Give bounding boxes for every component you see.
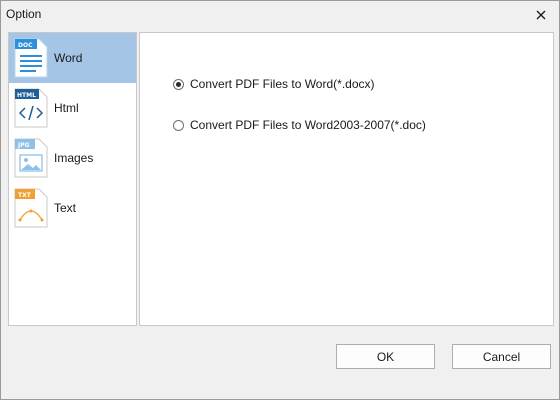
options-panel: Convert PDF Files to Word(*.docx) Conver…	[139, 32, 554, 326]
window-title: Option	[6, 7, 42, 21]
txt-file-icon: TXT	[14, 188, 48, 228]
cancel-button[interactable]: Cancel	[452, 344, 551, 369]
sidebar-item-label: Html	[54, 101, 79, 115]
sidebar-item-word[interactable]: DOC Word	[9, 33, 136, 83]
doc-file-icon: DOC	[14, 38, 48, 78]
docx-radio[interactable]	[173, 78, 184, 90]
html-file-icon: HTML	[14, 88, 48, 128]
txt-badge: TXT	[18, 192, 32, 199]
jpg-badge: JPG	[17, 142, 30, 149]
docx-label: Convert PDF Files to Word(*.docx)	[190, 77, 375, 91]
option-doc[interactable]: Convert PDF Files to Word2003-2007(*.doc…	[173, 117, 426, 133]
sidebar-item-label: Word	[54, 51, 83, 65]
doc-label: Convert PDF Files to Word2003-2007(*.doc…	[190, 118, 426, 132]
format-sidebar: DOC Word HTML Html JPG Images TXT Text	[8, 32, 137, 326]
ok-button[interactable]: OK	[336, 344, 435, 369]
html-badge: HTML	[17, 92, 36, 99]
sidebar-item-html[interactable]: HTML Html	[9, 83, 136, 133]
option-dialog: Option DOC Word HTML Html JPG Images TXT…	[0, 0, 560, 400]
doc-badge: DOC	[18, 42, 33, 49]
title-bar[interactable]: Option	[1, 1, 559, 29]
close-button[interactable]	[531, 5, 551, 25]
jpg-file-icon: JPG	[14, 138, 48, 178]
doc-radio[interactable]	[173, 119, 184, 131]
sidebar-item-text[interactable]: TXT Text	[9, 183, 136, 233]
sidebar-item-label: Images	[54, 151, 94, 165]
sidebar-item-label: Text	[54, 201, 77, 215]
option-docx[interactable]: Convert PDF Files to Word(*.docx)	[173, 76, 375, 92]
close-icon	[536, 10, 546, 20]
sidebar-item-images[interactable]: JPG Images	[9, 133, 136, 183]
